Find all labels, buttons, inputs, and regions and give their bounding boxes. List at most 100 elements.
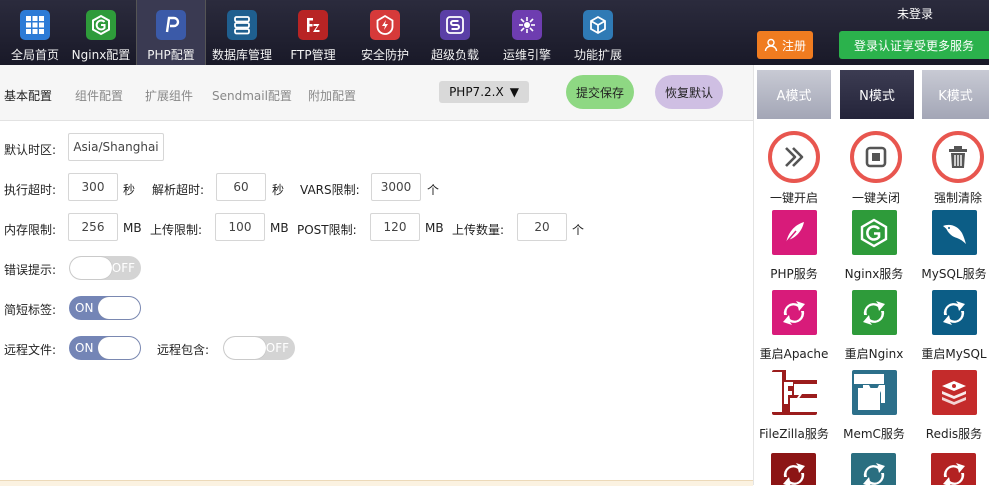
toggle-state: ON [75, 301, 94, 315]
tab-extra-config[interactable]: 附加配置 [308, 87, 356, 104]
nav-label: PHP配置 [147, 48, 195, 62]
parse-timeout-unit: 秒 [272, 183, 285, 197]
config-subtabs: 基本配置 组件配置 扩展组件 Sendmail配置 附加配置 [0, 65, 753, 121]
php-icon [156, 10, 186, 40]
redis-service-button[interactable]: Redis服务 [914, 370, 989, 442]
vars-limit-field[interactable]: 3000 [371, 173, 421, 201]
bottom-status-strip [0, 480, 753, 486]
database-icon [227, 10, 257, 40]
force-clear-button[interactable]: 强制清除 [920, 131, 989, 206]
php-service-label: PHP服务 [770, 267, 818, 281]
caret-down-icon: ▼ [509, 85, 519, 99]
restart-apache-label: 重启Apache [759, 347, 829, 361]
nav-item-security[interactable]: 安全防护 [350, 0, 420, 65]
memcache-icon [851, 370, 897, 415]
restart-apache-button[interactable]: 重启Apache [754, 290, 834, 362]
box-icon [583, 10, 613, 40]
force-clear-label: 强制清除 [933, 191, 982, 205]
restart-icon[interactable] [771, 453, 816, 485]
nav-item-ops-engine[interactable]: 运维引擎 [492, 0, 562, 65]
restart-icon [931, 290, 977, 335]
nginx-service-button[interactable]: Nginx服务 [834, 210, 914, 282]
exec-timeout-field[interactable]: 300 [68, 173, 118, 201]
register-button[interactable]: 注册 [757, 31, 813, 59]
reset-default-button[interactable]: 恢复默认 [655, 75, 723, 109]
toggle-state: OFF [111, 261, 135, 275]
redis-icon [931, 370, 977, 415]
filezilla-icon [771, 370, 817, 415]
nginx-service-label: Nginx服务 [844, 267, 904, 281]
memory-limit-unit: MB [123, 221, 142, 235]
nav-item-load-balance[interactable]: 超级负载 [420, 0, 490, 65]
toggle-knob [98, 297, 140, 319]
nav-item-ftp[interactable]: FTP管理 [278, 0, 348, 65]
upload-count-label: 上传数量: [452, 223, 505, 237]
parse-timeout-label: 解析超时: [152, 183, 205, 197]
remote-include-toggle[interactable]: OFF [223, 336, 295, 360]
login-share-button[interactable]: 登录认证享受更多服务 [839, 31, 989, 59]
post-limit-unit: MB [425, 221, 444, 235]
stop-all-button[interactable]: 一键关闭 [838, 131, 914, 206]
short-tags-toggle[interactable]: ON [69, 296, 141, 320]
restart-icon[interactable] [931, 453, 976, 485]
nav-label: 全局首页 [10, 48, 59, 62]
play-icon [768, 131, 820, 183]
load-icon [440, 10, 470, 40]
save-button[interactable]: 提交保存 [566, 75, 634, 109]
error-display-toggle[interactable]: OFF [69, 256, 141, 280]
start-all-button[interactable]: 一键开启 [756, 131, 832, 206]
upload-limit-field[interactable]: 100 [215, 213, 265, 241]
upload-limit-unit: MB [270, 221, 289, 235]
nav-item-home[interactable]: 全局首页 [0, 0, 70, 65]
upload-count-unit: 个 [572, 223, 585, 237]
restart-nginx-button[interactable]: 重启Nginx [834, 290, 914, 362]
restart-icon [851, 290, 897, 335]
tab-sendmail-config[interactable]: Sendmail配置 [212, 87, 292, 104]
toggle-knob [70, 257, 112, 279]
memory-limit-field[interactable]: 256 [68, 213, 118, 241]
memcache-service-button[interactable]: MemC服务 [834, 370, 914, 442]
restart-nginx-label: 重启Nginx [844, 347, 904, 361]
trash-icon [932, 131, 984, 183]
upload-count-field[interactable]: 20 [517, 213, 567, 241]
nginx-icon [86, 10, 116, 40]
upload-limit-label: 上传限制: [150, 223, 203, 237]
restart-icon[interactable] [851, 453, 896, 485]
mysql-service-button[interactable]: MySQL服务 [914, 210, 989, 282]
parse-timeout-field[interactable]: 60 [216, 173, 266, 201]
vars-limit-unit: 个 [427, 183, 440, 197]
toggle-state: ON [75, 341, 94, 355]
nav-label: 安全防护 [360, 48, 409, 62]
mode-tab-n[interactable]: N模式 [840, 70, 914, 119]
nav-item-php[interactable]: PHP配置 [136, 0, 206, 65]
dolphin-icon [931, 210, 977, 255]
vars-limit-label: VARS限制: [300, 183, 360, 197]
tab-extension-components[interactable]: 扩展组件 [145, 87, 193, 104]
nav-label: 运维引擎 [502, 48, 551, 62]
mode-tab-k[interactable]: K模式 [922, 70, 989, 119]
error-display-label: 错误提示: [4, 263, 57, 277]
php-version-select[interactable]: PHP7.2.X ▼ [439, 81, 529, 103]
nav-item-extensions[interactable]: 功能扩展 [563, 0, 633, 65]
stop-all-label: 一键关闭 [851, 191, 900, 205]
timezone-field[interactable]: Asia/Shanghai [68, 133, 164, 161]
feather-icon [771, 210, 817, 255]
restart-mysql-button[interactable]: 重启MySQL [914, 290, 989, 362]
post-limit-field[interactable]: 120 [370, 213, 420, 241]
grid-icon [20, 10, 50, 40]
user-icon [764, 38, 778, 52]
toggle-state: OFF [265, 341, 289, 355]
memcache-service-label: MemC服务 [843, 427, 905, 441]
shield-icon [370, 10, 400, 40]
mode-tab-a[interactable]: A模式 [757, 70, 831, 119]
php-service-button[interactable]: PHP服务 [754, 210, 834, 282]
nav-item-database[interactable]: 数据库管理 [207, 0, 277, 65]
nav-item-nginx[interactable]: Nginx配置 [66, 0, 136, 65]
stop-icon [850, 131, 902, 183]
tab-component-config[interactable]: 组件配置 [75, 87, 123, 104]
tab-basic-config[interactable]: 基本配置 [4, 87, 52, 104]
filezilla-service-button[interactable]: FileZilla服务 [754, 370, 834, 442]
mysql-service-label: MySQL服务 [921, 267, 987, 281]
remote-file-toggle[interactable]: ON [69, 336, 141, 360]
engine-icon [512, 10, 542, 40]
